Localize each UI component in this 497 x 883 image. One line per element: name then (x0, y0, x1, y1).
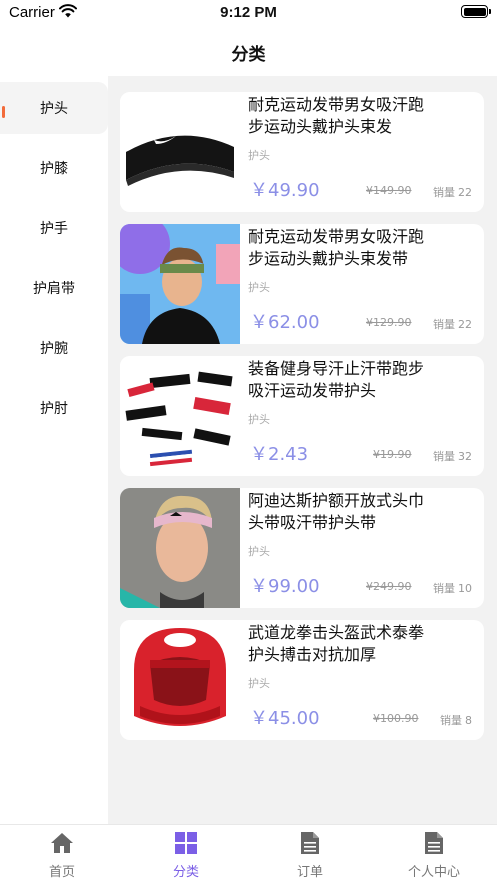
tab-label: 首页 (48, 865, 75, 880)
home-icon (51, 833, 73, 853)
tab-label: 个人中心 (407, 865, 460, 880)
product-card[interactable]: 耐克运动发带男女吸汗跑步运动头戴护头束发带 护头 ￥62.00 ¥129.90 … (120, 224, 484, 344)
product-original-price: ¥249.90 (366, 580, 412, 593)
active-indicator (2, 106, 5, 118)
tab-label: 分类 (172, 865, 199, 880)
product-category: 护头 (248, 149, 270, 162)
product-name: 耐克运动发带男女吸汗跑步运动头戴护头束发带 (248, 227, 425, 268)
tab-category[interactable]: 分类 (124, 825, 248, 883)
product-original-price: ¥149.90 (366, 184, 412, 197)
battery-icon (461, 5, 491, 18)
product-original-price: ¥100.90 (373, 712, 419, 725)
status-bar: Carrier 9:12 PM (0, 0, 497, 26)
product-price: ￥99.00 (250, 576, 320, 597)
sidebar-item-head[interactable]: 护头 (0, 82, 108, 134)
document-icon (301, 832, 319, 854)
product-category: 护头 (248, 545, 270, 558)
sidebar-item-wrist[interactable]: 护腕 (0, 322, 108, 374)
product-list[interactable]: 耐克运动发带男女吸汗跑步运动头戴护头束发 护头 ￥49.90 ¥149.90 销… (108, 76, 497, 824)
product-price: ￥62.00 (250, 312, 320, 333)
product-image-boxing-helmet (120, 620, 240, 740)
product-sales: 销量 10 (433, 582, 472, 595)
product-sales: 销量 32 (433, 450, 472, 463)
product-card[interactable]: 耐克运动发带男女吸汗跑步运动头戴护头束发 护头 ￥49.90 ¥149.90 销… (120, 92, 484, 212)
page-title: 分类 (231, 45, 266, 65)
product-sales: 销量 22 (433, 186, 472, 199)
product-name: 耐克运动发带男女吸汗跑步运动头戴护头束发 (248, 95, 425, 136)
tab-bar: 首页 分类 订单 个人中心 (0, 824, 497, 883)
sidebar-item-elbow[interactable]: 护肘 (0, 382, 108, 434)
product-image-headband (120, 92, 240, 212)
product-price: ￥49.90 (250, 180, 320, 201)
product-price: ￥2.43 (250, 444, 309, 465)
product-sales: 销量 22 (433, 318, 472, 331)
product-original-price: ¥19.90 (373, 448, 412, 461)
tab-orders[interactable]: 订单 (248, 825, 372, 883)
sidebar-item-shoulder[interactable]: 护肩带 (0, 262, 108, 314)
product-category: 护头 (248, 281, 270, 294)
product-original-price: ¥129.90 (366, 316, 412, 329)
sidebar-item-label: 护腕 (40, 341, 68, 357)
status-time: 9:12 PM (220, 4, 277, 21)
product-price: ￥45.00 (250, 708, 320, 729)
tab-home[interactable]: 首页 (0, 825, 124, 883)
product-card[interactable]: 武道龙拳击头盔武术泰拳护头搏击对抗加厚 护头 ￥45.00 ¥100.90 销量… (120, 620, 484, 740)
tab-label: 订单 (296, 865, 323, 880)
grid-icon (175, 832, 197, 854)
category-sidebar: 护头 护膝 护手 护肩带 护腕 护肘 (0, 76, 108, 824)
product-sales: 销量 8 (440, 714, 472, 727)
product-category: 护头 (248, 413, 270, 426)
product-name: 阿迪达斯护额开放式头巾头带吸汗带护头带 (248, 491, 425, 532)
sidebar-item-label: 护头 (40, 101, 68, 117)
product-image-sweatbands (120, 356, 240, 476)
product-name: 武道龙拳击头盔武术泰拳护头搏击对抗加厚 (248, 623, 425, 664)
product-name: 装备健身导汗止汗带跑步吸汗运动发带护头 (248, 359, 425, 400)
sidebar-item-hand[interactable]: 护手 (0, 202, 108, 254)
navigation-bar: 分类 (0, 26, 497, 76)
sidebar-item-label: 护膝 (40, 161, 68, 177)
sidebar-item-label: 护手 (40, 221, 68, 237)
tab-profile[interactable]: 个人中心 (372, 825, 496, 883)
sidebar-item-label: 护肘 (40, 401, 68, 417)
document-icon (425, 832, 443, 854)
product-card[interactable]: 阿迪达斯护额开放式头巾头带吸汗带护头带 护头 ￥99.00 ¥249.90 销量… (120, 488, 484, 608)
product-card[interactable]: 装备健身导汗止汗带跑步吸汗运动发带护头 护头 ￥2.43 ¥19.90 销量 32 (120, 356, 484, 476)
product-category: 护头 (248, 677, 270, 690)
sidebar-item-label: 护肩带 (33, 281, 75, 297)
product-image-boy-headband (120, 224, 240, 344)
product-image-player-headband (120, 488, 240, 608)
sidebar-item-knee[interactable]: 护膝 (0, 142, 108, 194)
